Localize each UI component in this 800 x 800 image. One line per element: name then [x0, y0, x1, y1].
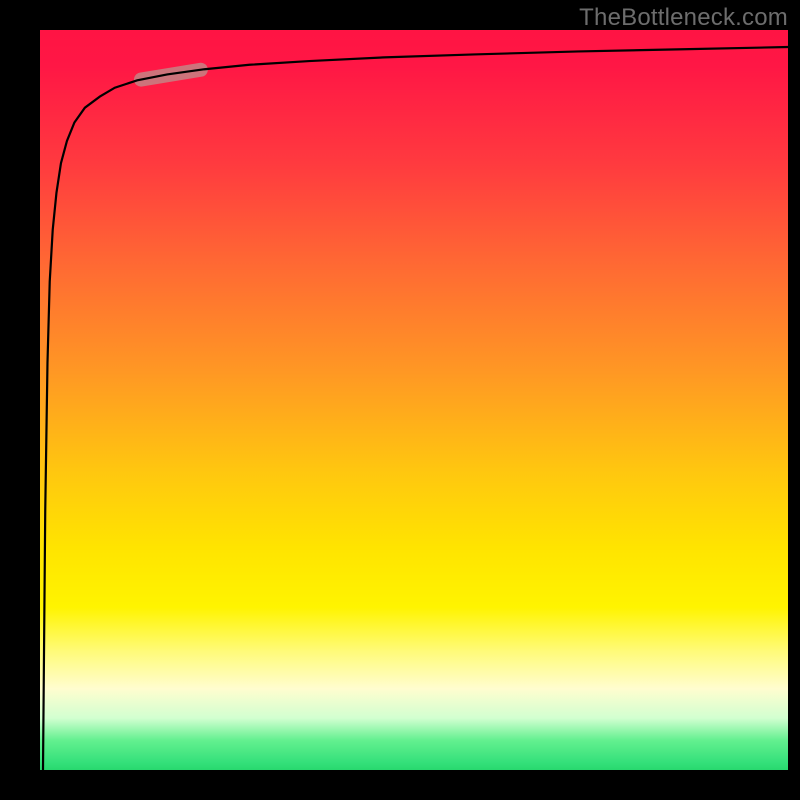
x-axis: [36, 770, 790, 774]
plot-area: [40, 30, 788, 770]
watermark-text: TheBottleneck.com: [579, 4, 788, 32]
y-axis: [36, 30, 40, 774]
chart-frame: TheBottleneck.com: [0, 0, 800, 800]
